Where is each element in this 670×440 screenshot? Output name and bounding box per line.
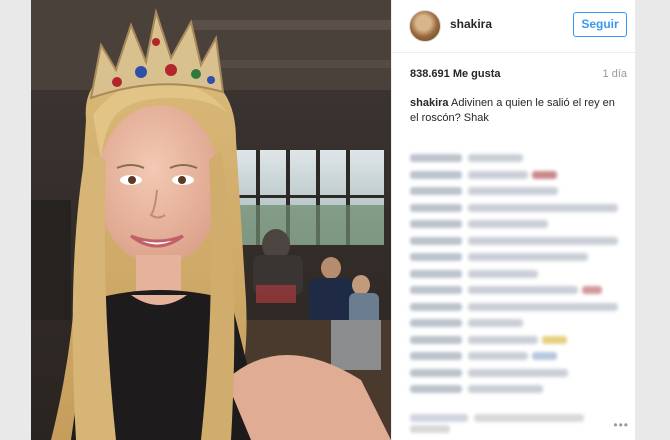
- comment-row: [410, 315, 625, 331]
- avatar[interactable]: [409, 10, 441, 42]
- like-count[interactable]: 838.691 Me gusta: [410, 68, 501, 80]
- comment-text-blurred: [468, 203, 618, 212]
- comment-row: [410, 365, 625, 381]
- comment-text-blurred: [468, 187, 558, 195]
- comment-row: [410, 183, 625, 199]
- photo-illustration: [31, 0, 391, 440]
- comment-username-blurred[interactable]: [410, 203, 462, 212]
- comment-emoji-blurred: [532, 352, 557, 360]
- post-photo[interactable]: [31, 0, 391, 440]
- comment-text-blurred: [468, 220, 548, 228]
- comment-row: [410, 249, 625, 265]
- comment-username-blurred[interactable]: [410, 220, 462, 228]
- post-side-panel: shakira Seguir 838.691 Me gusta 1 día sh…: [391, 0, 635, 440]
- comment-username-blurred[interactable]: [410, 154, 462, 162]
- comment-username-blurred[interactable]: [410, 187, 462, 195]
- comment-row: [410, 233, 625, 249]
- comment-text-blurred: [468, 352, 528, 360]
- comment-row: [410, 216, 625, 232]
- comment-row: [410, 150, 625, 166]
- comment-row: [410, 348, 625, 364]
- comment-username-blurred[interactable]: [410, 269, 462, 278]
- comment-row: [410, 381, 625, 397]
- comment-text-blurred: [468, 253, 588, 261]
- comment-text-blurred: [468, 302, 618, 311]
- post-caption: shakira Adivinen a quien le salió el rey…: [410, 96, 620, 126]
- comment-emoji-blurred: [542, 335, 567, 344]
- comment-text-blurred: [468, 335, 538, 344]
- comment-text-blurred: [468, 286, 578, 294]
- comment-text-blurred: [468, 154, 523, 162]
- comment-row: [410, 167, 625, 183]
- username-link[interactable]: shakira: [450, 17, 492, 31]
- post-header: shakira Seguir: [392, 0, 635, 53]
- comment-row: [410, 266, 625, 282]
- comment-username-blurred[interactable]: [410, 236, 462, 245]
- comment-emoji-blurred: [532, 170, 557, 179]
- comment-username-blurred[interactable]: [410, 253, 462, 261]
- comment-text-blurred: [468, 385, 543, 393]
- comment-username-blurred[interactable]: [410, 170, 462, 179]
- screenshot-frame: shakira Seguir 838.691 Me gusta 1 día sh…: [0, 0, 670, 440]
- comment-username-blurred[interactable]: [410, 335, 462, 344]
- comment-username-blurred[interactable]: [410, 286, 462, 294]
- comment-row: [410, 282, 625, 298]
- comment-text-blurred: [468, 269, 538, 278]
- follow-button[interactable]: Seguir: [573, 12, 627, 37]
- comment-username-blurred[interactable]: [410, 385, 462, 393]
- comment-row: [410, 200, 625, 216]
- comment-row: [410, 299, 625, 315]
- comment-username-blurred[interactable]: [410, 319, 462, 327]
- comment-username-blurred[interactable]: [410, 302, 462, 311]
- more-options-icon[interactable]: •••: [613, 418, 629, 432]
- comment-emoji-blurred: [582, 286, 602, 294]
- add-comment-area[interactable]: [410, 410, 600, 433]
- caption-username[interactable]: shakira: [410, 97, 449, 109]
- comment-text-blurred: [468, 170, 528, 179]
- comment-text-blurred: [468, 368, 568, 377]
- post-timestamp: 1 día: [602, 68, 627, 80]
- comments-list: [410, 150, 625, 398]
- comment-text-blurred: [468, 319, 523, 327]
- comment-text-blurred: [468, 236, 618, 245]
- comment-username-blurred[interactable]: [410, 352, 462, 360]
- comment-username-blurred[interactable]: [410, 368, 462, 377]
- comment-row: [410, 332, 625, 348]
